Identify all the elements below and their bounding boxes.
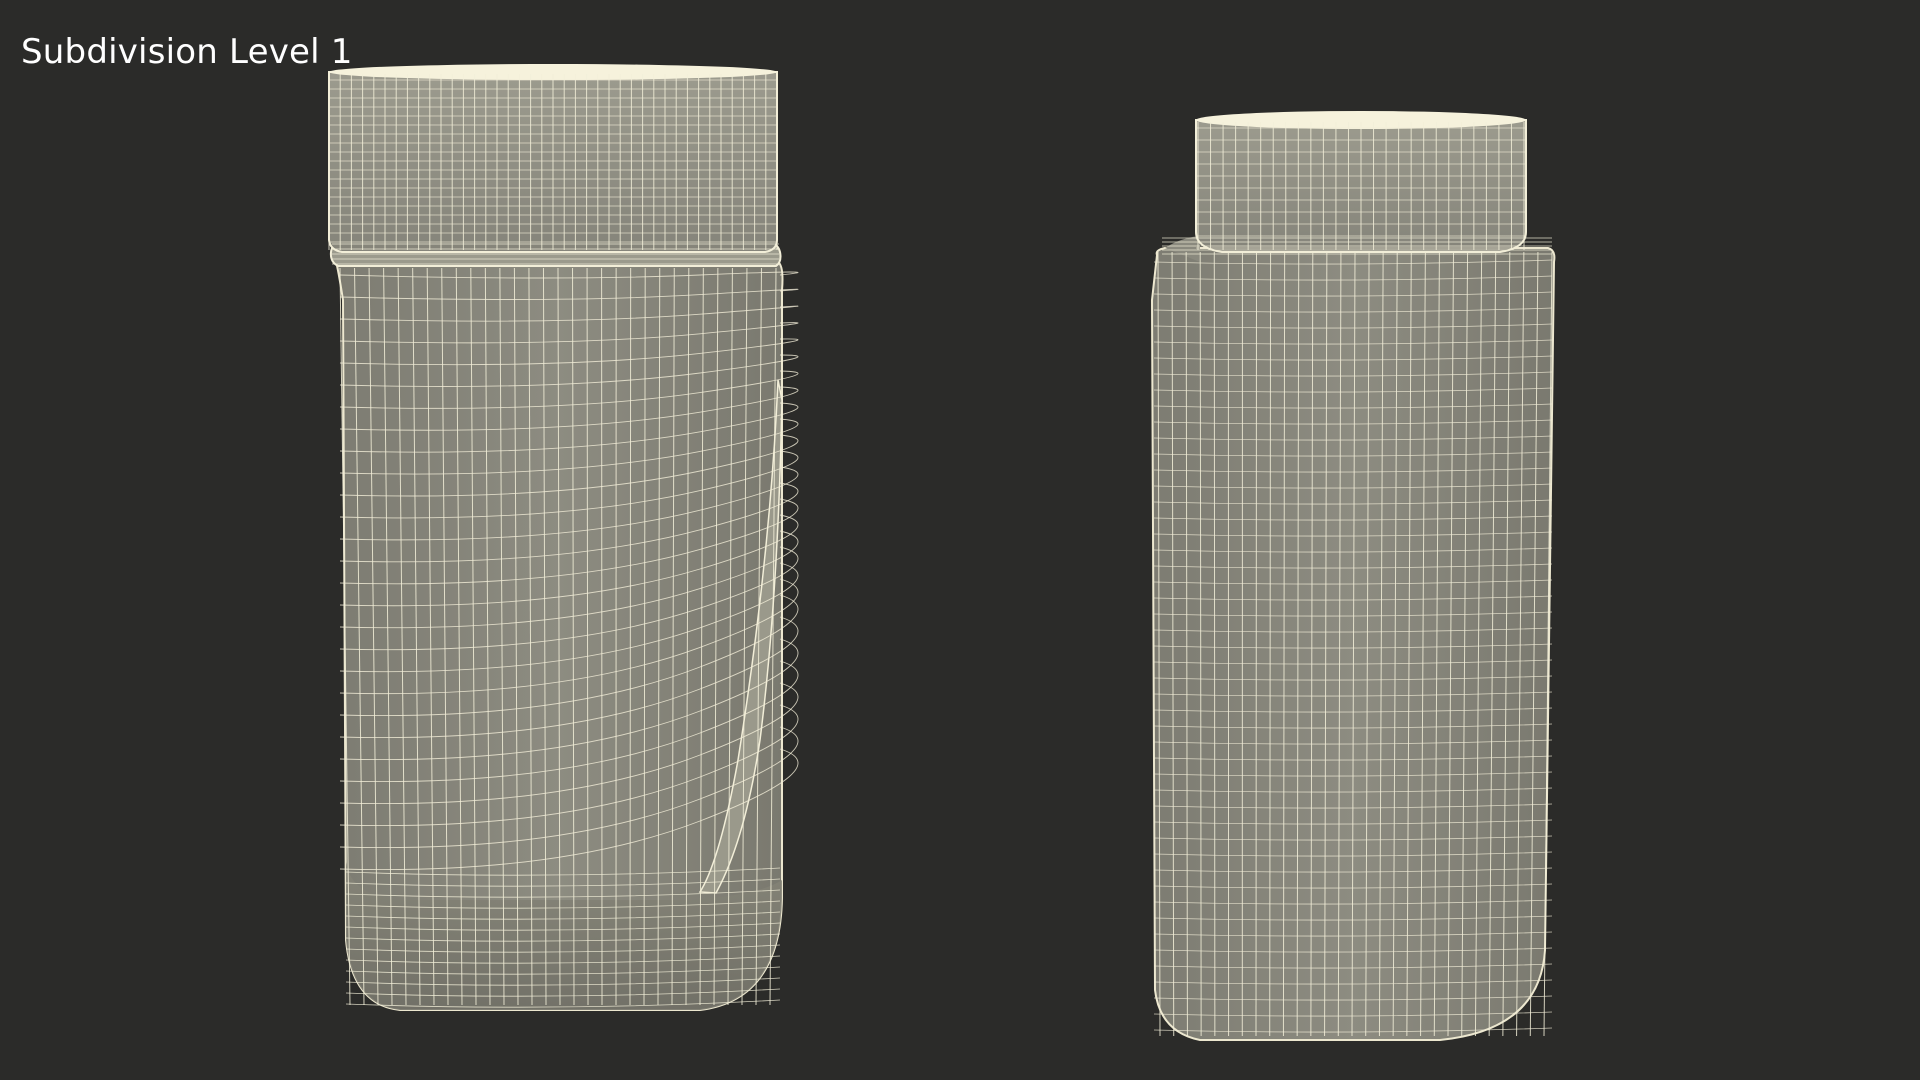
jar-right[interactable] (1150, 111, 1556, 1041)
wireframe-scene (328, 64, 1556, 1041)
3d-viewport[interactable]: Subdivision Level 1 (0, 0, 1920, 1080)
jar-left[interactable] (328, 64, 799, 1011)
